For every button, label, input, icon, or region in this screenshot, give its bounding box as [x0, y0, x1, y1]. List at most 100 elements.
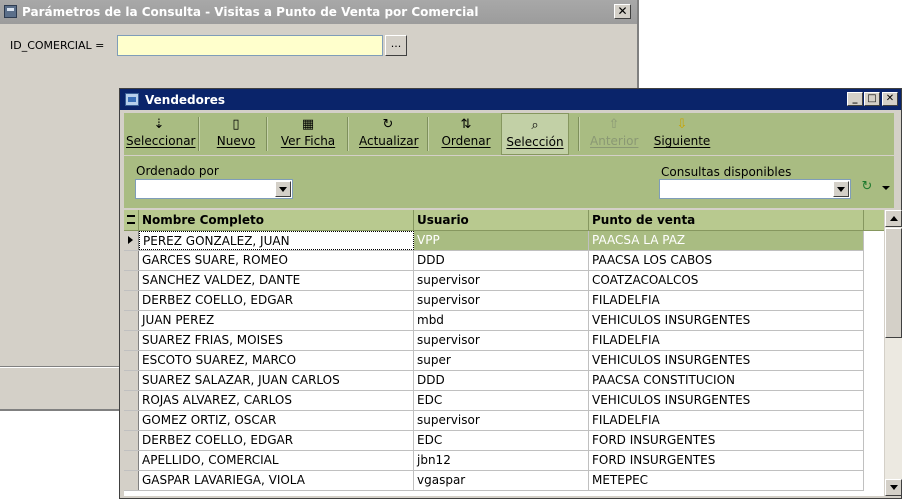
cell-nombre[interactable]: DERBEZ COELLO, EDGAR — [139, 431, 414, 450]
cell-punto-venta[interactable]: FORD INSURGENTES — [589, 451, 864, 470]
cell-nombre[interactable]: GASPAR LAVARIEGA, VIOLA — [139, 471, 414, 490]
params-dialog-titlebar[interactable]: Parámetros de la Consulta - Visitas a Pu… — [0, 0, 637, 24]
row-indicator-icon[interactable] — [124, 231, 139, 250]
siguiente-button[interactable]: ⇩ Siguiente — [651, 113, 713, 155]
ver-ficha-button[interactable]: ▦ Ver Ficha — [280, 113, 336, 155]
table-row[interactable]: SANCHEZ VALDEZ, DANTE supervisor COATZACOA… — [124, 271, 864, 291]
row-indicator[interactable] — [124, 471, 139, 490]
row-indicator[interactable] — [124, 291, 139, 310]
chevron-down-icon[interactable] — [833, 181, 849, 197]
cell-usuario[interactable]: DDD — [414, 371, 589, 390]
anterior-button[interactable]: ⇧ Anterior — [590, 113, 638, 155]
row-indicator[interactable] — [124, 371, 139, 390]
cell-usuario[interactable]: EDC — [414, 391, 589, 410]
cell-punto-venta[interactable]: FILADELFIA — [589, 411, 864, 430]
sort-icon: ⇅ — [460, 117, 472, 132]
table-row[interactable]: APELLIDO, COMERCIAL jbn12 FORD INSURGENTES — [124, 451, 864, 471]
cell-usuario[interactable]: supervisor — [414, 331, 589, 350]
cell-punto-venta[interactable]: FILADELFIA — [589, 331, 864, 350]
dropdown-arrow-icon[interactable] — [882, 186, 890, 190]
close-window-button[interactable]: ✕ — [882, 92, 898, 106]
window-icon — [125, 93, 139, 106]
chevron-down-icon[interactable] — [275, 181, 291, 197]
cell-usuario[interactable]: VPP — [414, 231, 589, 250]
seleccion-button[interactable]: ⌕ Selección — [501, 113, 569, 155]
consultas-disponibles-select[interactable] — [659, 179, 851, 199]
vertical-scrollbar[interactable] — [885, 210, 902, 496]
cell-usuario[interactable]: super — [414, 351, 589, 370]
cell-punto-venta[interactable]: VEHICULOS INSURGENTES — [589, 391, 864, 410]
row-indicator[interactable] — [124, 351, 139, 370]
table-row[interactable]: SUAREZ SALAZAR, JUAN CARLOS DDD PAACSA CON… — [124, 371, 864, 391]
cell-nombre[interactable]: DERBEZ COELLO, EDGAR — [139, 291, 414, 310]
cell-punto-venta[interactable]: FILADELFIA — [589, 291, 864, 310]
table-row[interactable]: GASPAR LAVARIEGA, VIOLA vgaspar METEPEC — [124, 471, 864, 491]
vendedores-title: Vendedores — [145, 93, 226, 107]
actualizar-button[interactable]: ↻ Actualizar — [359, 113, 419, 155]
cell-usuario[interactable]: supervisor — [414, 271, 589, 290]
refresh-queries-icon[interactable]: ↻ — [859, 179, 875, 195]
cell-usuario[interactable]: supervisor — [414, 411, 589, 430]
column-header-nombre[interactable]: Nombre Completo — [139, 210, 414, 230]
seleccionar-button[interactable]: ⇣ Seleccionar — [126, 113, 195, 155]
cell-punto-venta[interactable]: COATZACOALCOS — [589, 271, 864, 290]
vendedores-titlebar[interactable]: Vendedores _ □ ✕ — [120, 89, 901, 110]
row-indicator[interactable] — [124, 431, 139, 450]
cell-nombre[interactable]: GOMEZ ORTIZ, OSCAR — [139, 411, 414, 430]
table-row[interactable]: DERBEZ COELLO, EDGAR supervisor FILADELFIA — [124, 291, 864, 311]
cell-usuario[interactable]: DDD — [414, 251, 589, 270]
cell-usuario[interactable]: supervisor — [414, 291, 589, 310]
row-indicator[interactable] — [124, 391, 139, 410]
table-row[interactable]: GOMEZ ORTIZ, OSCAR supervisor FILADELFIA — [124, 411, 864, 431]
cell-nombre[interactable]: ROJAS ALVAREZ, CARLOS — [139, 391, 414, 410]
row-indicator[interactable] — [124, 411, 139, 430]
row-indicator[interactable] — [124, 311, 139, 330]
cell-usuario[interactable]: mbd — [414, 311, 589, 330]
table-row[interactable]: ESCOTO SUAREZ, MARCO super VEHICULOS INSUR… — [124, 351, 864, 371]
ordenar-button[interactable]: ⇅ Ordenar — [441, 113, 491, 155]
table-row[interactable]: GARCES SUARE, ROMEO DDD PAACSA LOS CABOS — [124, 251, 864, 271]
nuevo-button[interactable]: ▯ Nuevo — [216, 113, 256, 155]
cell-usuario[interactable]: EDC — [414, 431, 589, 450]
ordenado-por-select[interactable] — [135, 179, 293, 199]
cell-usuario[interactable]: vgaspar — [414, 471, 589, 490]
scroll-thumb[interactable] — [885, 228, 902, 338]
column-header-usuario[interactable]: Usuario — [414, 210, 589, 230]
cell-punto-venta[interactable]: VEHICULOS INSURGENTES — [589, 351, 864, 370]
table-row[interactable]: PEREZ GONZALEZ, JUAN VPP PAACSA LA PAZ — [124, 231, 864, 251]
cell-punto-venta[interactable]: FORD INSURGENTES — [589, 431, 864, 450]
cell-nombre[interactable]: JUAN PEREZ — [139, 311, 414, 330]
cell-punto-venta[interactable]: PAACSA CONSTITUCION — [589, 371, 864, 390]
window-app-icon — [4, 5, 17, 18]
column-header-punto-venta[interactable]: Punto de venta — [589, 210, 864, 230]
table-row[interactable]: SUAREZ FRIAS, MOISES supervisor FILADELFIA — [124, 331, 864, 351]
table-row[interactable]: ROJAS ALVAREZ, CARLOS EDC VEHICULOS INSURG… — [124, 391, 864, 411]
scroll-up-arrow-icon[interactable] — [885, 210, 902, 227]
maximize-button[interactable]: □ — [864, 92, 880, 106]
row-indicator[interactable] — [124, 271, 139, 290]
minimize-button[interactable]: _ — [847, 92, 863, 106]
cell-nombre[interactable]: ESCOTO SUAREZ, MARCO — [139, 351, 414, 370]
cell-nombre[interactable]: SANCHEZ VALDEZ, DANTE — [139, 271, 414, 290]
browse-button[interactable]: ... — [385, 35, 407, 56]
cell-usuario[interactable]: jbn12 — [414, 451, 589, 470]
cell-punto-venta[interactable]: METEPEC — [589, 471, 864, 490]
scroll-down-arrow-icon[interactable] — [885, 479, 902, 496]
row-indicator[interactable] — [124, 251, 139, 270]
cell-nombre[interactable]: SUAREZ FRIAS, MOISES — [139, 331, 414, 350]
cell-nombre[interactable]: GARCES SUARE, ROMEO — [139, 251, 414, 270]
close-button[interactable]: ✕ — [614, 4, 631, 19]
table-row[interactable]: JUAN PEREZ mbd VEHICULOS INSURGENTES — [124, 311, 864, 331]
cell-punto-venta[interactable]: VEHICULOS INSURGENTES — [589, 311, 864, 330]
row-indicator[interactable] — [124, 451, 139, 470]
cell-punto-venta[interactable]: PAACSA LOS CABOS — [589, 251, 864, 270]
id-comercial-input[interactable] — [117, 35, 383, 56]
table-row[interactable]: DERBEZ COELLO, EDGAR EDC FORD INSURGENTES — [124, 431, 864, 451]
cell-nombre[interactable]: PEREZ GONZALEZ, JUAN — [139, 231, 414, 250]
grid-corner-icon[interactable] — [124, 210, 139, 230]
cell-nombre[interactable]: SUAREZ SALAZAR, JUAN CARLOS — [139, 371, 414, 390]
row-indicator[interactable] — [124, 331, 139, 350]
arrow-up-icon: ⇧ — [608, 117, 620, 132]
cell-punto-venta[interactable]: PAACSA LA PAZ — [589, 231, 864, 250]
cell-nombre[interactable]: APELLIDO, COMERCIAL — [139, 451, 414, 470]
